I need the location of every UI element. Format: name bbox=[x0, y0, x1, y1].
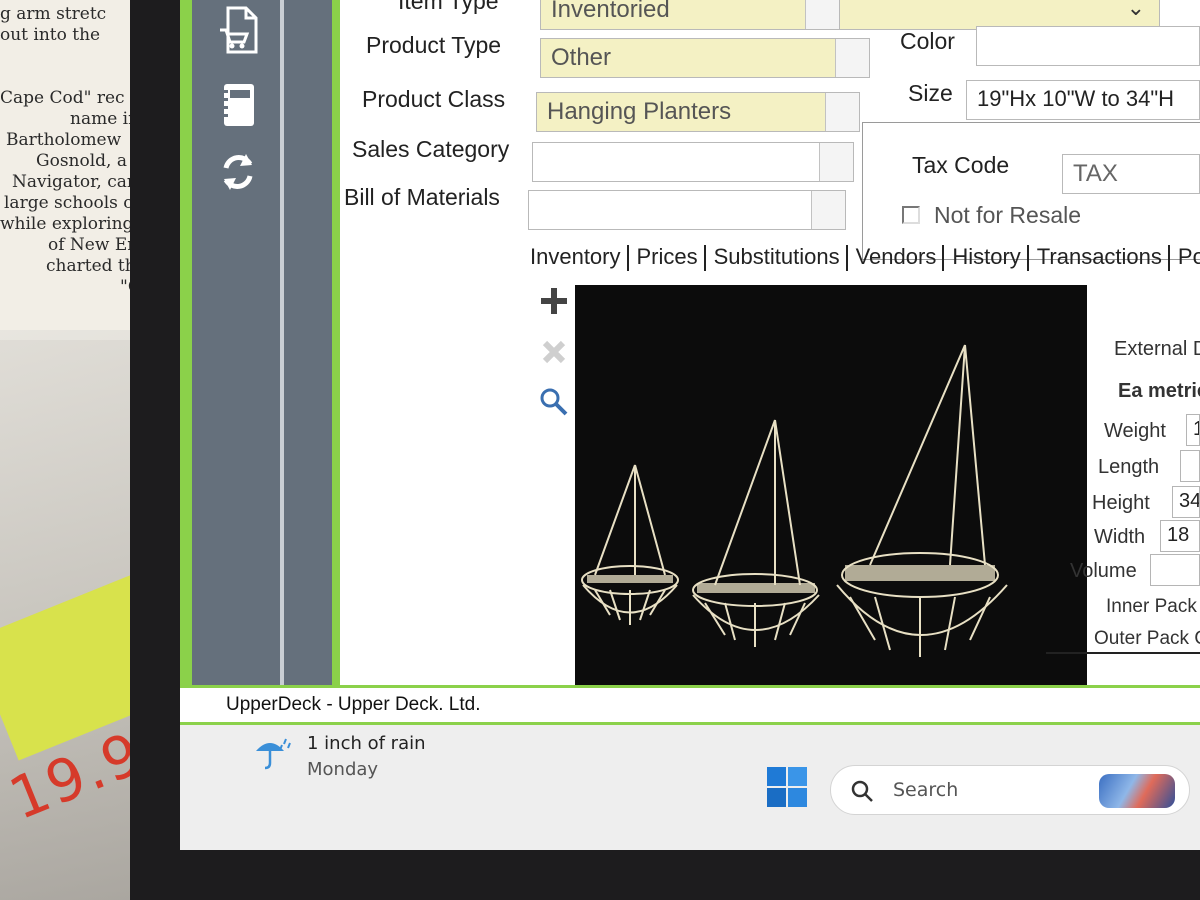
not-for-resale-label: Not for Resale bbox=[934, 202, 1082, 228]
height-label: Height bbox=[1092, 492, 1150, 514]
color-label: Color bbox=[900, 28, 955, 54]
delete-icon[interactable] bbox=[540, 338, 568, 366]
weather-day: Monday bbox=[307, 759, 379, 780]
color-field[interactable] bbox=[976, 26, 1200, 66]
field-button[interactable] bbox=[805, 0, 839, 29]
weather-title[interactable]: 1 inch of rain bbox=[307, 733, 426, 754]
sidebar-divider bbox=[280, 0, 284, 685]
window-border bbox=[332, 0, 340, 685]
width-field[interactable]: 18 bbox=[1160, 520, 1200, 552]
taskbar-search[interactable]: Search bbox=[830, 765, 1190, 815]
width-value: 18 bbox=[1167, 524, 1190, 546]
tax-code-value: TAX bbox=[1073, 160, 1118, 187]
product-class-label: Product Class bbox=[362, 86, 506, 112]
field-button[interactable] bbox=[811, 191, 845, 229]
search-highlight-image bbox=[1099, 774, 1175, 808]
product-class-field[interactable]: Hanging Planters bbox=[536, 92, 860, 132]
hanging-planters-photo bbox=[581, 344, 1008, 657]
tab-vendors[interactable]: Vendors bbox=[856, 244, 937, 270]
product-type-label: Product Type bbox=[366, 32, 502, 58]
notebook-icon[interactable] bbox=[218, 82, 262, 126]
product-image bbox=[575, 285, 1087, 690]
not-for-resale-checkbox[interactable] bbox=[902, 206, 920, 224]
monitor-screen: Item Type Inventoried ⌄ Product Type Oth… bbox=[180, 0, 1200, 850]
item-form: Item Type Inventoried ⌄ Product Type Oth… bbox=[340, 0, 1200, 690]
search-icon bbox=[849, 778, 875, 804]
bill-of-materials-label: Bill of Materials bbox=[344, 184, 500, 210]
tab-inventory[interactable]: Inventory bbox=[530, 244, 621, 270]
photo-scene: g arm stretc out into the Cape Cod" rec … bbox=[0, 0, 1200, 900]
field-button[interactable] bbox=[835, 39, 869, 77]
item-type-label: Item Type bbox=[398, 0, 499, 14]
search-icon[interactable] bbox=[538, 386, 570, 418]
tab-popups[interactable]: Popups bbox=[1178, 244, 1200, 270]
search-placeholder: Search bbox=[893, 779, 959, 801]
tab-separator bbox=[1167, 245, 1170, 272]
length-field[interactable] bbox=[1180, 450, 1200, 482]
tab-separator bbox=[1026, 245, 1029, 272]
umbrella-rain-icon[interactable] bbox=[252, 735, 294, 771]
window-border bbox=[180, 0, 192, 712]
tool-sidebar bbox=[192, 0, 332, 685]
size-value: 19"Hx 10"W to 34"H bbox=[977, 86, 1175, 111]
tab-separator bbox=[942, 245, 945, 272]
inner-pack-qty-label: Inner Pack Qty bbox=[1106, 596, 1200, 617]
taskbar: 1 inch of rain Monday Search bbox=[180, 725, 1200, 850]
bill-of-materials-field[interactable] bbox=[528, 190, 846, 230]
tab-separator bbox=[626, 245, 629, 272]
external-document-label: External Document bbox=[1114, 338, 1200, 360]
item-type-value: Inventoried bbox=[551, 0, 670, 23]
tax-code-field[interactable]: TAX bbox=[1062, 154, 1200, 194]
weight-field[interactable]: 16 bbox=[1186, 414, 1200, 446]
volume-label: Volume bbox=[1070, 560, 1137, 582]
length-label: Length bbox=[1098, 456, 1160, 478]
tab-bar: Inventory Prices Substitutions Vendors Histo… bbox=[530, 244, 1200, 272]
company-status: UpperDeck - Upper Deck. Ltd. bbox=[226, 694, 481, 715]
windows-start-icon[interactable] bbox=[765, 765, 809, 809]
tab-substitutions[interactable]: Substitutions bbox=[714, 244, 840, 270]
sync-icon[interactable] bbox=[218, 150, 262, 194]
product-type-field[interactable]: Other bbox=[540, 38, 870, 78]
weight-value: 16 bbox=[1193, 418, 1199, 440]
height-field[interactable]: 34 bbox=[1172, 486, 1200, 518]
tab-separator bbox=[845, 245, 848, 272]
tax-code-label: Tax Code bbox=[912, 152, 1010, 178]
document-cart-icon[interactable] bbox=[218, 6, 262, 54]
tab-history[interactable]: History bbox=[952, 244, 1020, 270]
item-type-field[interactable]: Inventoried bbox=[540, 0, 840, 30]
metrics-title: Ea metrics bbox=[1118, 380, 1200, 402]
tab-prices[interactable]: Prices bbox=[637, 244, 698, 270]
status-bar: UpperDeck - Upper Deck. Ltd. bbox=[180, 685, 1200, 725]
tab-separator bbox=[703, 245, 706, 272]
height-value: 34 bbox=[1179, 490, 1200, 512]
sales-category-field[interactable] bbox=[532, 142, 854, 182]
tab-transactions[interactable]: Transactions bbox=[1037, 244, 1162, 270]
width-label: Width bbox=[1094, 526, 1146, 548]
field-button[interactable] bbox=[819, 143, 853, 181]
size-label: Size bbox=[908, 80, 953, 106]
field-button[interactable] bbox=[825, 93, 859, 131]
add-icon[interactable] bbox=[538, 285, 570, 317]
weight-label: Weight bbox=[1104, 420, 1166, 442]
product-class-value: Hanging Planters bbox=[547, 98, 732, 125]
outer-pack-qty-label: Outer Pack Qty bbox=[1094, 628, 1200, 649]
chevron-down-icon[interactable]: ⌄ bbox=[1127, 0, 1145, 21]
sales-category-label: Sales Category bbox=[352, 136, 510, 162]
metrics-bottom-rule bbox=[1046, 652, 1200, 654]
volume-field[interactable] bbox=[1150, 554, 1200, 586]
size-field[interactable]: 19"Hx 10"W to 34"H bbox=[966, 80, 1200, 120]
product-type-value: Other bbox=[551, 44, 612, 71]
